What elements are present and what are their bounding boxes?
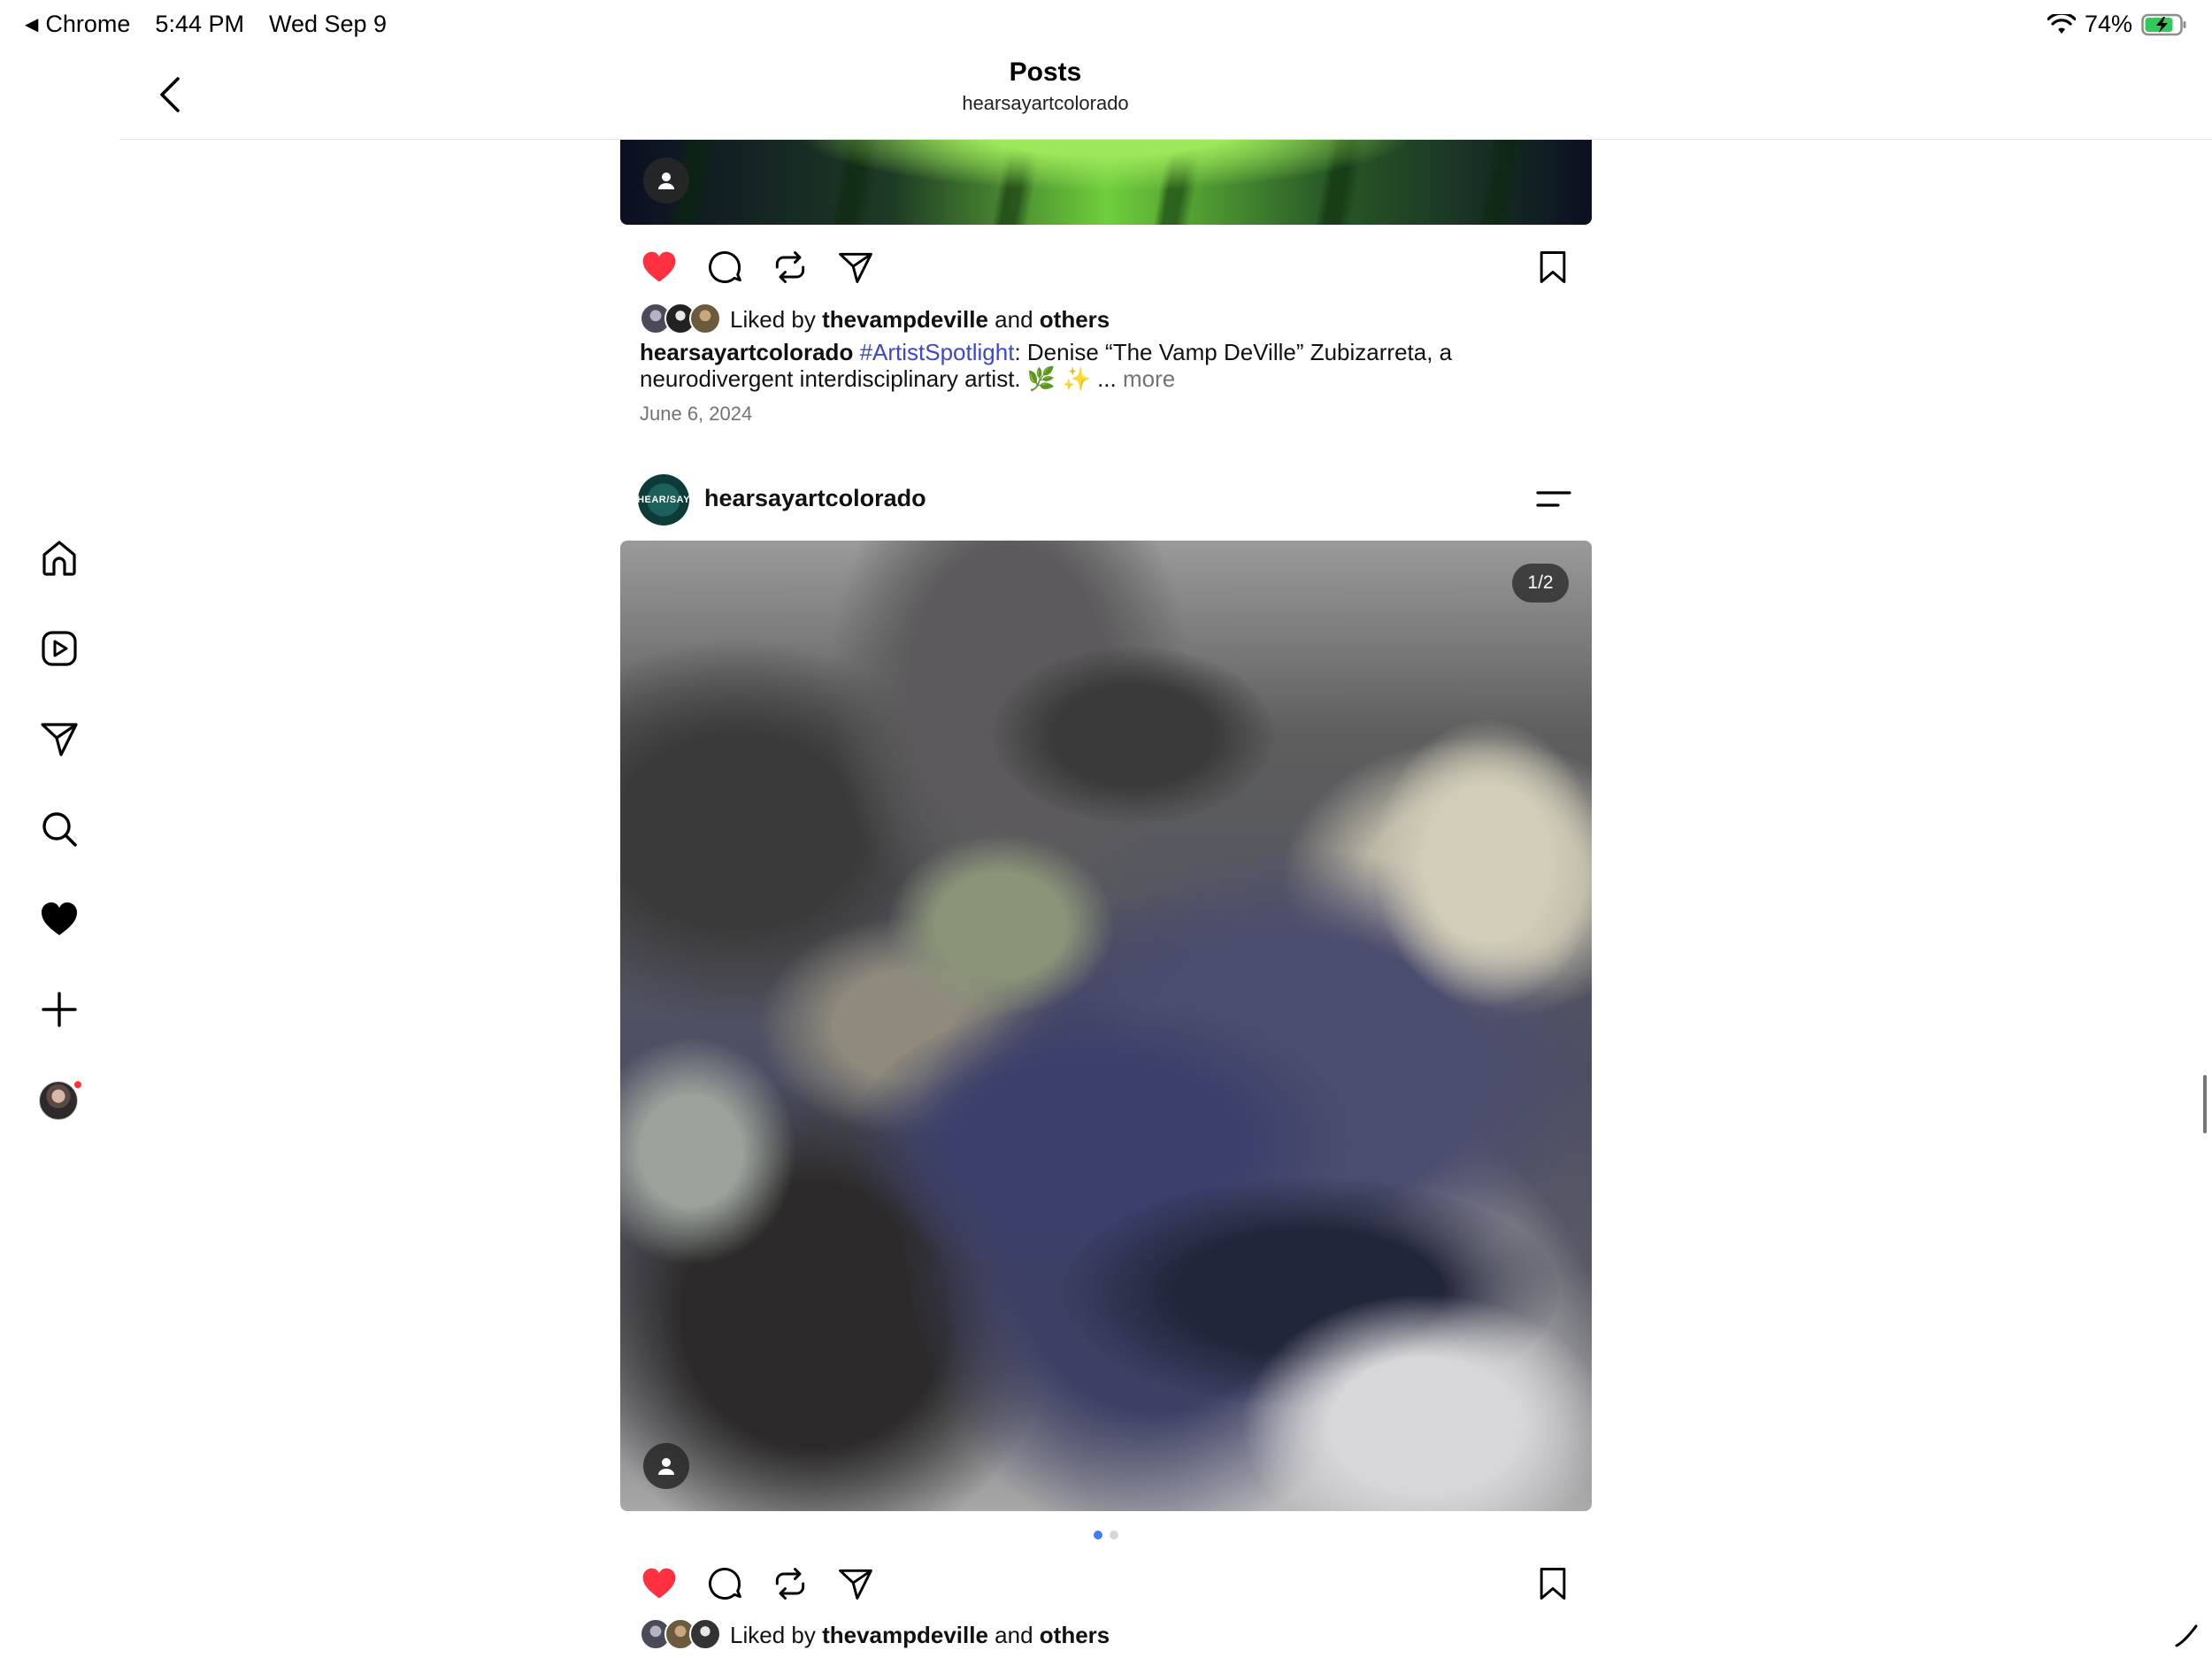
- comment-icon: [709, 1568, 741, 1600]
- status-date: Wed Sep 9: [268, 11, 388, 37]
- liked-by-row[interactable]: Liked by thevampdeville and others: [640, 1617, 1578, 1653]
- sidebar-item-activity[interactable]: [27, 887, 92, 952]
- back-to-app-label[interactable]: Chrome: [45, 11, 130, 38]
- pencil-indicator-icon: [2175, 1624, 2198, 1647]
- repost-button[interactable]: [764, 241, 817, 294]
- heart-icon: [42, 902, 77, 935]
- caption-username[interactable]: hearsayartcolorado: [640, 339, 853, 365]
- liked-by-prefix: Liked by: [730, 305, 816, 333]
- bookmark-icon: [1540, 251, 1566, 283]
- post-author-username[interactable]: hearsayartcolorado: [704, 485, 926, 512]
- save-button[interactable]: [1526, 241, 1579, 294]
- caption-hashtag[interactable]: #ArtistSpotlight: [860, 339, 1015, 365]
- page-title: Posts: [1009, 58, 1082, 87]
- caption-more-link[interactable]: more: [1123, 365, 1175, 392]
- tagged-users-button[interactable]: [643, 1443, 689, 1489]
- person-icon: [658, 173, 674, 189]
- comment-button[interactable]: [698, 1557, 751, 1610]
- send-icon: [839, 1569, 872, 1600]
- liked-by-and: and: [995, 1621, 1033, 1648]
- liked-by-avatars: [640, 303, 725, 336]
- save-button[interactable]: [1526, 1557, 1579, 1610]
- liked-by-prefix: Liked by: [730, 1621, 816, 1648]
- post-actions: [620, 1557, 1592, 1612]
- collage-shape: [1372, 718, 1592, 1009]
- heart-filled-icon: [642, 1568, 676, 1599]
- person-icon: [658, 1458, 674, 1475]
- notification-dot: [73, 1079, 83, 1090]
- like-button[interactable]: [633, 241, 686, 294]
- carousel-indicator: [620, 1531, 1592, 1541]
- sidebar-item-search[interactable]: [27, 796, 92, 862]
- status-right: 74%: [2047, 11, 2187, 38]
- liked-by-user[interactable]: thevampdeville: [822, 306, 988, 333]
- carousel-dot[interactable]: [1094, 1531, 1102, 1539]
- search-icon: [42, 812, 77, 847]
- status-time: 5:44 PM: [155, 11, 244, 37]
- post-caption: hearsayartcolorado #ArtistSpotlight: Den…: [640, 339, 1578, 392]
- share-button[interactable]: [829, 1557, 882, 1610]
- comment-button[interactable]: [698, 241, 751, 294]
- post-author-avatar[interactable]: HEAR/SAY: [638, 474, 689, 526]
- send-icon: [839, 252, 872, 283]
- carousel-dot[interactable]: [1110, 1531, 1118, 1539]
- posts-header: Posts hearsayartcolorado: [119, 51, 2212, 140]
- home-icon: [42, 541, 76, 576]
- repost-icon: [775, 1568, 805, 1600]
- avatar: [39, 1081, 78, 1120]
- status-left: ◀ Chrome 5:44 PM Wed Sep 9: [25, 11, 387, 38]
- share-button[interactable]: [829, 241, 882, 294]
- battery-charging-icon: [2141, 13, 2186, 35]
- post-date: June 6, 2024: [640, 403, 753, 425]
- avatar-logo-text: HEAR/SAY: [638, 495, 689, 505]
- sidebar-item-reels[interactable]: [27, 616, 92, 681]
- send-icon: [41, 723, 78, 756]
- sidebar-item-messages[interactable]: [27, 706, 92, 771]
- avatar: [689, 1618, 721, 1650]
- post-options-button[interactable]: [1533, 481, 1574, 517]
- plus-icon: [42, 992, 77, 1027]
- post-image[interactable]: 1/2: [620, 541, 1592, 1511]
- post-image[interactable]: [620, 140, 1592, 225]
- liked-by-avatars: [640, 1618, 725, 1652]
- status-bar: ◀ Chrome 5:44 PM Wed Sep 9 74%: [0, 0, 2212, 51]
- liked-by-and: and: [995, 305, 1033, 333]
- liked-by-user[interactable]: thevampdeville: [822, 1622, 988, 1648]
- liked-by-row[interactable]: Liked by thevampdeville and others: [640, 302, 1578, 337]
- collage-shape: [886, 833, 1116, 1018]
- bookmark-icon: [1540, 1568, 1566, 1600]
- sidebar-item-home[interactable]: [27, 526, 92, 591]
- menu-lines-icon: [1536, 491, 1571, 507]
- repost-icon: [775, 251, 805, 283]
- avatar: [689, 303, 721, 334]
- comment-icon: [709, 251, 741, 283]
- liked-by-text: Liked by thevampdeville and others: [730, 306, 1110, 334]
- wifi-icon: [2047, 13, 2076, 34]
- image-counter: 1/2: [1512, 564, 1569, 603]
- heart-filled-icon: [642, 251, 676, 282]
- liked-by-others[interactable]: others: [1040, 306, 1110, 333]
- post-header: HEAR/SAY hearsayartcolorado: [620, 469, 1592, 529]
- back-to-app-icon[interactable]: ◀: [25, 13, 38, 35]
- page-subtitle: hearsayartcolorado: [962, 92, 1129, 114]
- liked-by-text: Liked by thevampdeville and others: [730, 1622, 1110, 1649]
- scrollbar[interactable]: [2203, 1075, 2207, 1133]
- post-actions: [620, 241, 1592, 296]
- battery-percent: 74%: [2084, 11, 2132, 37]
- repost-button[interactable]: [764, 1557, 817, 1610]
- liked-by-others[interactable]: others: [1040, 1622, 1110, 1648]
- reels-icon: [42, 631, 77, 666]
- sidebar-item-create[interactable]: [27, 977, 92, 1042]
- tagged-users-button[interactable]: [643, 157, 689, 203]
- like-button[interactable]: [633, 1557, 686, 1610]
- collage-shape: [992, 647, 1275, 824]
- sidebar-item-profile[interactable]: [39, 1079, 83, 1124]
